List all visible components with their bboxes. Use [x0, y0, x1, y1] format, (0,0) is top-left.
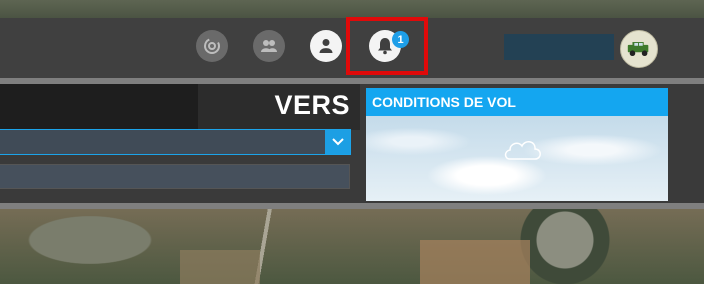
destination-select-toggle[interactable] [325, 130, 350, 154]
map-field [420, 240, 530, 284]
activity-button[interactable] [196, 30, 228, 62]
map-field [180, 250, 260, 284]
vehicle-avatar-icon [627, 41, 649, 56]
map-strip [0, 0, 704, 18]
highlight-box [346, 17, 428, 75]
friends-icon [261, 40, 277, 52]
chevron-down-icon [331, 138, 344, 146]
activity-icon [204, 38, 220, 54]
flight-conditions-header: CONDITIONS DE VOL [366, 88, 668, 116]
username-field [504, 34, 614, 60]
destination-title: VERS [274, 90, 350, 120]
cloud-icon [504, 141, 541, 160]
profile-icon [319, 39, 333, 53]
destination-select[interactable] [0, 129, 351, 155]
destination-field[interactable] [0, 164, 350, 189]
profile-button[interactable] [310, 30, 342, 62]
friends-button[interactable] [253, 30, 285, 62]
panel-divider [0, 203, 704, 209]
avatar[interactable] [620, 30, 658, 68]
